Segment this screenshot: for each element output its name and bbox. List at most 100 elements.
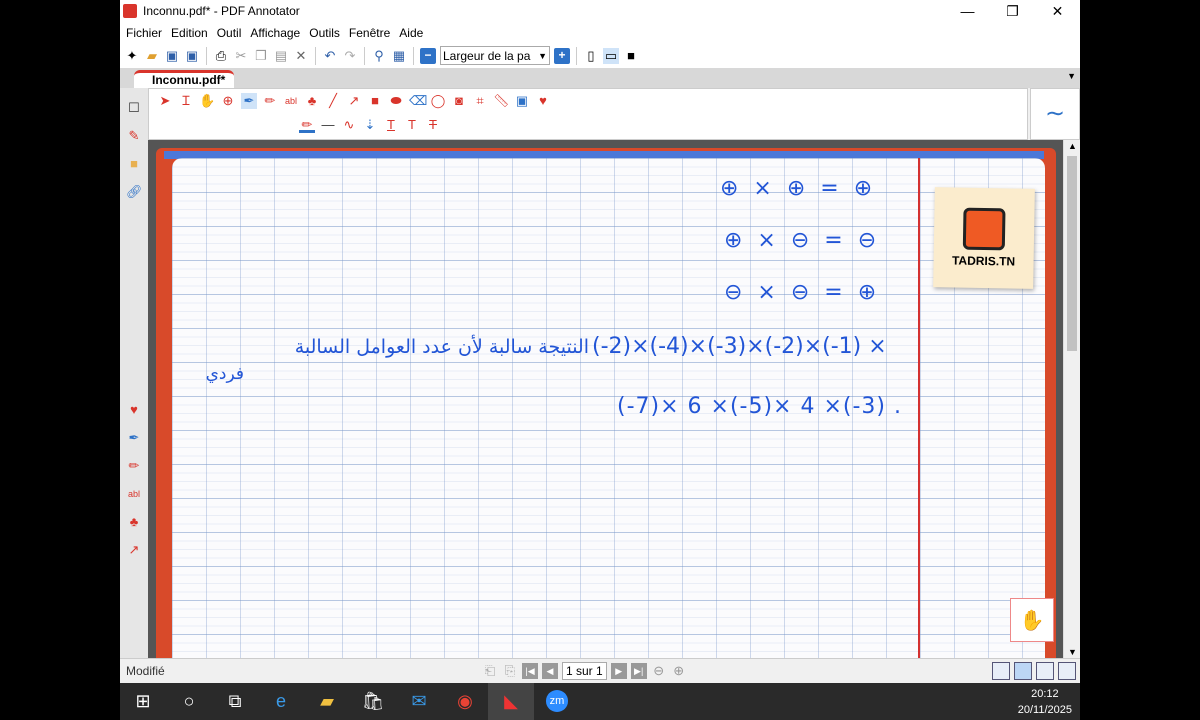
camera-icon[interactable]: ◙	[451, 93, 467, 109]
menu-edition[interactable]: Edition	[171, 26, 208, 40]
insert-image-icon[interactable]: ▣	[514, 93, 530, 109]
highlighter-tool-icon[interactable]: ✏	[262, 93, 278, 109]
pages-icon[interactable]: ☐	[126, 100, 142, 116]
scroll-down-icon[interactable]: ▼	[1068, 647, 1077, 657]
textbox-tool-icon[interactable]: abl	[283, 93, 299, 109]
paste-icon[interactable]: ▤	[273, 48, 289, 64]
close-button[interactable]: ✕	[1035, 0, 1080, 22]
crop-icon[interactable]: ⌗	[472, 93, 488, 109]
scroll-thumb[interactable]	[1067, 156, 1077, 351]
view-continuous[interactable]	[1014, 662, 1032, 680]
next-doc-icon[interactable]: ⎘	[502, 663, 518, 679]
page-indicator[interactable]: 1 sur 1	[562, 662, 607, 680]
arrow-icon[interactable]: ↗	[126, 542, 142, 558]
pen-icon[interactable]: ✒	[126, 430, 142, 446]
textbox-icon[interactable]: abl	[126, 486, 142, 502]
zoom-in-button[interactable]: +	[554, 47, 570, 64]
stamp-icon[interactable]: ♣	[126, 514, 142, 530]
hand-icon[interactable]: ✋	[199, 93, 215, 109]
view-single-page[interactable]	[992, 662, 1010, 680]
menu-aide[interactable]: Aide	[399, 26, 423, 40]
view-two-pages[interactable]	[1036, 662, 1054, 680]
minimize-button[interactable]: —	[945, 0, 990, 22]
zoom-out-button[interactable]: −	[420, 47, 436, 64]
find-icon[interactable]: ⚲	[371, 48, 387, 64]
maximize-button[interactable]: ❐	[990, 0, 1035, 22]
menu-fenetre[interactable]: Fenêtre	[349, 26, 390, 40]
menu-outils[interactable]: Outils	[309, 26, 340, 40]
underline-icon[interactable]: T	[383, 117, 399, 133]
lasso-icon[interactable]: ◯	[430, 93, 446, 109]
scroll-up-icon[interactable]: ▲	[1068, 141, 1077, 151]
save-icon[interactable]: ▣	[164, 48, 180, 64]
view-two-continuous[interactable]	[1058, 662, 1076, 680]
bookmark-icon[interactable]: ✎	[126, 128, 142, 144]
last-page-button[interactable]: ▶|	[630, 663, 647, 679]
open-folder-icon[interactable]: ▰	[144, 48, 160, 64]
menu-fichier[interactable]: Fichier	[126, 26, 162, 40]
select-icon[interactable]: ➤	[157, 93, 173, 109]
eraser-icon[interactable]: ⌫	[409, 93, 427, 109]
text-select-icon[interactable]: Ɪ	[178, 93, 194, 109]
clock[interactable]: 20:12 20/11/2025	[1018, 686, 1072, 718]
print-icon[interactable]: ⎙	[213, 48, 229, 64]
stamp-tool-icon[interactable]: ♣	[304, 93, 320, 109]
save-as-icon[interactable]: ▣	[184, 48, 200, 64]
fullscreen-icon[interactable]: ■	[623, 48, 639, 64]
task-view-icon[interactable]: ⧉	[212, 683, 258, 720]
forward-icon[interactable]: ⊕	[671, 663, 687, 679]
single-page-icon[interactable]: ▯	[583, 48, 599, 64]
hand-cursor-button[interactable]: ✋	[1010, 598, 1054, 642]
ruler-icon[interactable]: 📏︎	[493, 93, 510, 109]
pen-tool-icon[interactable]: ✒	[241, 93, 257, 109]
favorites-heart-icon[interactable]: ♥	[126, 402, 142, 418]
zoom-tool-icon[interactable]: ⊕	[220, 93, 236, 109]
redo-icon[interactable]: ↷	[342, 48, 358, 64]
zoom-select[interactable]: Largeur de la pa ▼	[440, 46, 550, 65]
back-icon[interactable]: ⊖	[651, 663, 667, 679]
favorites-icon[interactable]: ♥	[535, 93, 551, 109]
rectangle-icon[interactable]: ■	[367, 93, 383, 109]
search-circle-icon[interactable]: ○	[166, 683, 212, 720]
insert-space-icon[interactable]: ⇣	[362, 117, 378, 133]
folder-icon[interactable]: ■	[126, 156, 142, 172]
squiggly-icon[interactable]: T	[404, 117, 420, 133]
cut-icon[interactable]: ✂	[233, 48, 249, 64]
undo-icon[interactable]: ↶	[322, 48, 338, 64]
first-page-button[interactable]: |◀	[522, 663, 538, 679]
arrow-tool-icon[interactable]: ↗	[346, 93, 362, 109]
vertical-scrollbar[interactable]: ▲ ▼	[1063, 140, 1080, 658]
prev-page-button[interactable]: ◀	[542, 663, 558, 679]
mail-icon[interactable]: ✉	[396, 683, 442, 720]
delete-icon[interactable]: ✕	[293, 48, 309, 64]
start-windows-icon[interactable]: ⊞	[120, 683, 166, 720]
chrome-icon[interactable]: ◉	[442, 683, 488, 720]
store-icon[interactable]: 🛍︎	[350, 683, 396, 720]
new-icon[interactable]: ✦	[124, 48, 140, 64]
zoom-app-icon[interactable]: zm	[534, 683, 580, 720]
line-icon[interactable]: ╱	[325, 93, 341, 109]
main-toolbar: ✦ ▰ ▣ ▣ ⎙ ✂ ❐ ▤ ✕ ↶ ↷ ⚲ ▦ − Largeur de l…	[120, 43, 1080, 68]
layout-icon[interactable]: ▦	[391, 48, 407, 64]
smooth-curve-icon[interactable]: ∿	[341, 117, 357, 133]
line-style-icon[interactable]: —	[320, 117, 336, 133]
next-page-button[interactable]: ▶	[610, 663, 627, 679]
file-explorer-icon[interactable]: ▰	[304, 683, 350, 720]
highlighter-icon[interactable]: ✏	[126, 458, 142, 474]
sticker-label: TADRIS.TN	[951, 253, 1016, 269]
pen-color-icon[interactable]: ✏	[299, 117, 315, 133]
strikeout-icon[interactable]: T	[425, 117, 441, 133]
ellipse-icon[interactable]: ⬬	[388, 93, 404, 109]
attachment-icon[interactable]: 🔗︎	[126, 184, 143, 200]
copy-icon[interactable]: ❐	[253, 48, 269, 64]
tab-document[interactable]: Inconnu.pdf*	[134, 70, 234, 88]
menu-outil[interactable]: Outil	[217, 26, 242, 40]
arabic-explanation: النتيجة سالبة لأن عدد العوامل السالبة	[294, 336, 589, 358]
prev-doc-icon[interactable]: ⎗	[482, 663, 498, 679]
ink-panel-button[interactable]: ∼	[1030, 88, 1080, 140]
fit-width-icon[interactable]: ▭	[603, 47, 619, 64]
tab-list-chevron-icon[interactable]: ▼	[1067, 71, 1076, 81]
edge-icon[interactable]: e	[258, 683, 304, 720]
menu-affichage[interactable]: Affichage	[250, 26, 300, 40]
pdf-annotator-taskbar-icon[interactable]: ◣	[488, 683, 534, 720]
